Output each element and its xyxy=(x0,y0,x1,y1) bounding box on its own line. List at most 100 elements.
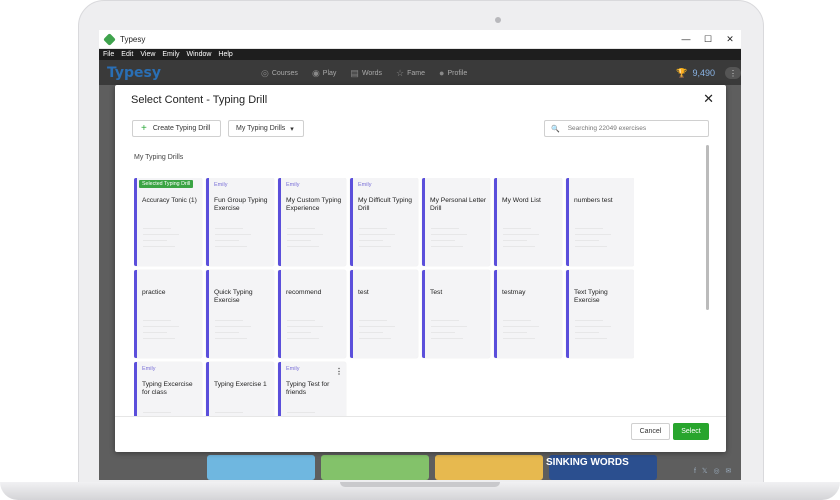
window-title: Typesy xyxy=(120,34,146,44)
window-titlebar: Typesy — ☐ ✕ xyxy=(99,30,741,49)
drill-grid: Selected Typing Drill Accuracy Tonic (1) E… xyxy=(134,178,634,416)
drill-card[interactable]: testmay xyxy=(494,270,562,358)
nav-play[interactable]: ◉ Play xyxy=(312,68,336,79)
footer-divider xyxy=(115,416,726,417)
menu-window[interactable]: Window xyxy=(187,51,212,58)
close-icon[interactable]: ✕ xyxy=(703,91,714,107)
nav-words[interactable]: ▤ Words xyxy=(350,68,382,79)
card-title: Accuracy Tonic (1) xyxy=(142,197,197,204)
menu-view[interactable]: View xyxy=(140,51,155,58)
card-title: My Custom Typing Experience xyxy=(286,197,342,212)
search-input[interactable] xyxy=(565,124,700,133)
menu-file[interactable]: File xyxy=(103,51,114,58)
card-owner: Emily xyxy=(142,366,156,372)
drill-card[interactable]: Emily Fun Group Typing Exercise xyxy=(206,178,274,266)
card-title: Test xyxy=(430,289,443,296)
create-typing-drill-button[interactable]: + Create Typing Drill xyxy=(132,120,221,137)
drill-card[interactable]: Emily My Custom Typing Experience xyxy=(278,178,346,266)
game-thumb[interactable] xyxy=(435,455,543,480)
drill-card[interactable]: My Word List xyxy=(494,178,562,266)
card-title: Quick Typing Exercise xyxy=(214,289,253,304)
app-nav: Typesy ◎ Courses ◉ Play ▤ Words ☆ Fame ● Prof… xyxy=(99,60,741,86)
drill-card[interactable]: Emily My Difficult Typing Drill xyxy=(350,178,418,266)
card-title: Typing Test for friends xyxy=(286,381,330,396)
book-icon: ▤ xyxy=(350,67,359,78)
social-icons: f 𝕏 ◎ ✉ xyxy=(694,468,734,475)
card-title: practice xyxy=(142,289,166,296)
drill-card[interactable]: practice xyxy=(134,270,202,358)
modal-title: Select Content - Typing Drill xyxy=(131,94,268,106)
card-title: My Difficult Typing Drill xyxy=(358,197,413,212)
drill-card[interactable]: numbers test xyxy=(566,178,634,266)
card-title: My Word List xyxy=(502,197,541,204)
drill-card[interactable]: test xyxy=(350,270,418,358)
menu-bar: File Edit View Emily Window Help xyxy=(99,49,741,60)
drill-card[interactable]: Typing Exercise 1 xyxy=(206,362,274,416)
app-window: Typesy — ☐ ✕ File Edit View Emily Window… xyxy=(99,30,741,480)
nav-courses[interactable]: ◎ Courses xyxy=(261,68,298,79)
card-preview xyxy=(359,320,399,350)
section-label: My Typing Drills xyxy=(134,154,184,161)
card-title: recommend xyxy=(286,289,322,296)
card-owner: Emily xyxy=(286,182,300,188)
drill-card[interactable]: recommend xyxy=(278,270,346,358)
drill-filter-dropdown[interactable]: My Typing Drills ▾ xyxy=(228,120,304,137)
more-menu-button[interactable]: ⋮ xyxy=(725,67,741,79)
drill-card[interactable]: My Personal Letter Drill xyxy=(422,178,490,266)
typesy-logo-icon xyxy=(103,32,116,46)
card-preview xyxy=(287,228,327,258)
webcam xyxy=(495,17,501,23)
scrollbar[interactable] xyxy=(706,145,709,310)
close-window-button[interactable]: ✕ xyxy=(719,34,741,45)
menu-edit[interactable]: Edit xyxy=(121,51,133,58)
drill-card[interactable]: Emily Typing Excercise for class xyxy=(134,362,202,416)
nav-profile[interactable]: ● Profile xyxy=(439,68,467,78)
cancel-button[interactable]: Cancel xyxy=(631,423,670,440)
gamepad-icon: ◉ xyxy=(311,67,320,78)
nav-fame[interactable]: ☆ Fame xyxy=(396,68,425,79)
select-button[interactable]: Select xyxy=(673,423,709,440)
game-thumb[interactable] xyxy=(207,455,315,480)
drill-card[interactable]: Selected Typing Drill Accuracy Tonic (1) xyxy=(134,178,202,266)
select-content-modal: Select Content - Typing Drill ✕ + Create … xyxy=(115,85,726,452)
card-owner: Emily xyxy=(214,182,228,188)
search-field[interactable]: 🔍 xyxy=(544,120,709,137)
card-preview xyxy=(143,228,183,258)
drill-card[interactable]: Quick Typing Exercise xyxy=(206,270,274,358)
card-title: Fun Group Typing Exercise xyxy=(214,197,268,212)
minimize-button[interactable]: — xyxy=(675,34,697,45)
card-title: Typing Excercise for class xyxy=(142,381,193,396)
caret-down-icon: ▾ xyxy=(290,125,294,133)
card-preview xyxy=(215,228,255,258)
game-thumb[interactable] xyxy=(321,455,429,480)
drill-card[interactable]: Text Typing Exercise xyxy=(566,270,634,358)
menu-help[interactable]: Help xyxy=(218,51,232,58)
card-more-icon[interactable]: ⋮ xyxy=(335,367,343,376)
drill-card[interactable]: Emily ⋮ Typing Test for friends xyxy=(278,362,346,416)
maximize-button[interactable]: ☐ xyxy=(697,34,719,45)
card-preview xyxy=(431,228,471,258)
menu-user[interactable]: Emily xyxy=(162,51,179,58)
card-preview xyxy=(575,320,615,350)
card-preview xyxy=(431,320,471,350)
card-preview xyxy=(503,320,543,350)
brand-logo[interactable]: Typesy xyxy=(107,65,161,81)
lightbulb-icon: ◎ xyxy=(261,67,269,78)
card-preview xyxy=(503,228,543,258)
card-preview xyxy=(287,320,327,350)
card-preview xyxy=(359,228,399,258)
score-display: 🏆 9,490 xyxy=(676,67,715,79)
card-owner: Emily xyxy=(358,182,372,188)
card-preview xyxy=(575,228,615,258)
search-icon: 🔍 xyxy=(551,125,560,133)
card-title: numbers test xyxy=(574,197,613,204)
card-title: My Personal Letter Drill xyxy=(430,197,487,212)
card-title: Typing Exercise 1 xyxy=(214,381,267,388)
selected-badge: Selected Typing Drill xyxy=(139,180,194,188)
drill-card[interactable]: Test xyxy=(422,270,490,358)
card-title: test xyxy=(358,289,369,296)
card-preview xyxy=(215,320,255,350)
star-icon: ☆ xyxy=(396,67,405,78)
card-preview xyxy=(143,320,183,350)
trophy-icon: 🏆 xyxy=(676,67,688,78)
